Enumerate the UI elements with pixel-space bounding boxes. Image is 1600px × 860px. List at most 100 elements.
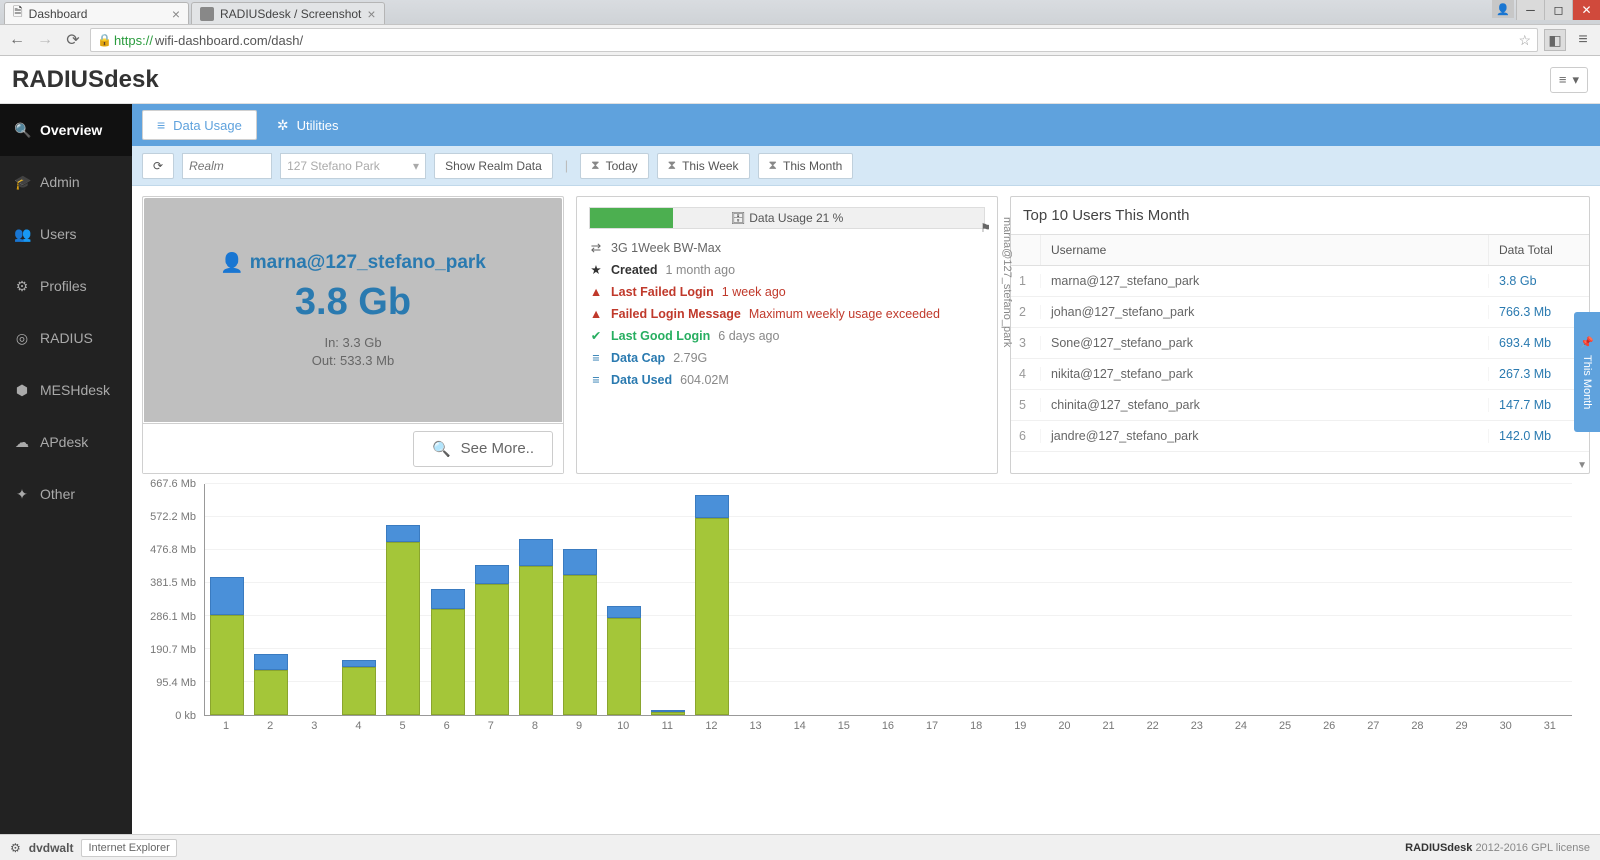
- tab-utilities[interactable]: ✲Utilities: [263, 110, 353, 140]
- bookmark-star-icon[interactable]: ☆: [1518, 32, 1531, 49]
- browser-tab-active[interactable]: 🗎 Dashboard ×: [4, 2, 189, 24]
- sidebar-item-meshdesk[interactable]: ⬢MESHdesk: [0, 364, 132, 416]
- bar-slot: [1528, 484, 1572, 715]
- today-button[interactable]: ⧗Today: [580, 153, 648, 179]
- detail-value: 1 month ago: [666, 261, 736, 279]
- info-icon: ✔: [589, 327, 603, 345]
- back-button[interactable]: ←: [6, 29, 28, 51]
- browser-tab-inactive[interactable]: RADIUSdesk / Screenshot ×: [191, 2, 385, 24]
- info-icon: ▲: [589, 283, 603, 301]
- tab-title: RADIUSdesk / Screenshot: [220, 7, 361, 21]
- x-axis-labels: 1234567891011121314151617181920212223242…: [204, 720, 1572, 732]
- detail-line: ▲Last Failed Login1 week ago: [589, 283, 985, 301]
- close-window-button[interactable]: ✕: [1572, 0, 1600, 20]
- bar[interactable]: [254, 654, 288, 715]
- bar-segment-upper: [607, 606, 641, 618]
- sidebar: 🔍Overview🎓Admin👥Users⚙Profiles◎RADIUS⬢ME…: [0, 104, 132, 834]
- bar[interactable]: [210, 577, 244, 715]
- user-icon[interactable]: 👤: [1492, 0, 1514, 18]
- sidebar-item-profiles[interactable]: ⚙Profiles: [0, 260, 132, 312]
- chart-area: 667.6 Mb572.2 Mb476.8 Mb381.5 Mb286.1 Mb…: [132, 474, 1600, 750]
- realm-input[interactable]: [182, 153, 272, 179]
- bar-slot: [293, 484, 337, 715]
- col-username[interactable]: Username: [1041, 235, 1489, 265]
- scroll-down-icon[interactable]: ▼: [1577, 460, 1587, 471]
- detail-value: 2.79G: [673, 349, 707, 367]
- sidebar-item-admin[interactable]: 🎓Admin: [0, 156, 132, 208]
- gear-icon[interactable]: ⚙: [10, 841, 21, 855]
- sidebar-item-label: Overview: [40, 122, 102, 138]
- bar[interactable]: [651, 712, 685, 715]
- favicon: [200, 7, 214, 21]
- user-summary-card: 👤 marna@127_stefano_park 3.8 Gb In: 3.3 …: [142, 196, 564, 474]
- sidebar-item-label: APdesk: [40, 434, 88, 450]
- maximize-button[interactable]: ◻: [1544, 0, 1572, 20]
- col-data-total[interactable]: Data Total: [1489, 235, 1589, 265]
- sidebar-item-radius[interactable]: ◎RADIUS: [0, 312, 132, 364]
- sidebar-item-other[interactable]: ✦Other: [0, 468, 132, 520]
- bar[interactable]: [695, 495, 729, 715]
- url-input[interactable]: 🔒 https://wifi-dashboard.com/dash/ ☆: [90, 28, 1538, 52]
- bar-slot: [1307, 484, 1351, 715]
- show-realm-data-button[interactable]: Show Realm Data: [434, 153, 553, 179]
- bar[interactable]: [519, 539, 553, 715]
- x-tick: 6: [425, 720, 469, 732]
- tab-data-usage[interactable]: ≡Data Usage: [142, 110, 257, 140]
- table-row[interactable]: 6jandre@127_stefano_park142.0 Mb: [1011, 421, 1589, 452]
- reload-button[interactable]: ⟳: [62, 29, 84, 51]
- x-tick: 8: [513, 720, 557, 732]
- table-row[interactable]: 1marna@127_stefano_park3.8 Gb: [1011, 266, 1589, 297]
- x-tick: 29: [1440, 720, 1484, 732]
- info-icon: ≡: [589, 349, 603, 367]
- x-tick: 28: [1395, 720, 1439, 732]
- table-row[interactable]: 3Sone@127_stefano_park693.4 Mb: [1011, 328, 1589, 359]
- bar-slot: [425, 484, 469, 715]
- user-link[interactable]: 👤 marna@127_stefano_park: [220, 251, 486, 275]
- detail-line: ▲Failed Login MessageMaximum weekly usag…: [589, 305, 985, 323]
- this-month-button[interactable]: ⧗This Month: [758, 153, 854, 179]
- this-week-button[interactable]: ⧗This Week: [657, 153, 750, 179]
- minimize-button[interactable]: ─: [1516, 0, 1544, 20]
- bar[interactable]: [607, 606, 641, 715]
- table-body[interactable]: 1marna@127_stefano_park3.8 Gb2johan@127_…: [1011, 266, 1589, 473]
- extension-icon[interactable]: ◧: [1544, 29, 1566, 51]
- table-row[interactable]: 2johan@127_stefano_park766.3 Mb: [1011, 297, 1589, 328]
- detail-value: Maximum weekly usage exceeded: [749, 305, 940, 323]
- row-username: Sone@127_stefano_park: [1041, 336, 1489, 350]
- sidebar-item-overview[interactable]: 🔍Overview: [0, 104, 132, 156]
- table-row[interactable]: 4nikita@127_stefano_park267.3 Mb: [1011, 359, 1589, 390]
- hamburger-menu-icon[interactable]: ≡: [1572, 29, 1594, 51]
- bar[interactable]: [563, 549, 597, 715]
- x-tick: 12: [689, 720, 733, 732]
- x-tick: 22: [1131, 720, 1175, 732]
- close-icon[interactable]: ×: [172, 6, 180, 22]
- bar[interactable]: [342, 660, 376, 715]
- bar-slot: [1131, 484, 1175, 715]
- header-menu-button[interactable]: ≡ ▾: [1550, 67, 1588, 93]
- table-row[interactable]: 5chinita@127_stefano_park147.7 Mb: [1011, 390, 1589, 421]
- bar-segment-lower: [386, 542, 420, 715]
- flag-icon[interactable]: ⚑: [980, 221, 991, 235]
- bar-slot: [955, 484, 999, 715]
- row-index: 4: [1011, 367, 1041, 381]
- x-tick: 3: [292, 720, 336, 732]
- bar-slot: [558, 484, 602, 715]
- sidebar-item-users[interactable]: 👥Users: [0, 208, 132, 260]
- bar[interactable]: [386, 525, 420, 715]
- bar[interactable]: [431, 589, 465, 715]
- realm-select[interactable]: 127 Stefano Park ▾: [280, 153, 426, 179]
- refresh-button[interactable]: ⟳: [142, 153, 174, 179]
- bar-slot: [1263, 484, 1307, 715]
- sidebar-icon: 🎓: [14, 174, 30, 191]
- chevron-down-icon: ▾: [1572, 72, 1579, 88]
- side-tab-this-month[interactable]: 📌 This Month: [1574, 312, 1600, 432]
- bar[interactable]: [475, 564, 509, 715]
- close-icon[interactable]: ×: [367, 6, 375, 22]
- see-more-button[interactable]: 🔍 See More..: [413, 431, 553, 467]
- row-username: jandre@127_stefano_park: [1041, 429, 1489, 443]
- tab-label: Data Usage: [173, 118, 242, 133]
- bar-segment-upper: [210, 577, 244, 615]
- forward-button[interactable]: →: [34, 29, 56, 51]
- usage-progress: 🗄 Data Usage 21 %: [589, 207, 985, 229]
- sidebar-item-apdesk[interactable]: ☁APdesk: [0, 416, 132, 468]
